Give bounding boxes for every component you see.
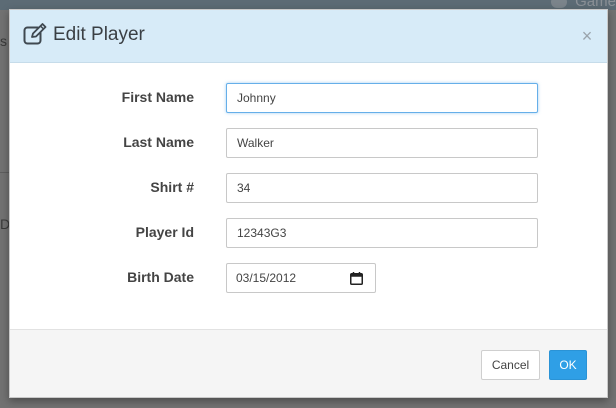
birth-date-value: 03/15/2012	[236, 271, 297, 285]
birth-date-label: Birth Date	[127, 269, 194, 285]
last-name-label: Last Name	[123, 134, 194, 150]
ok-button[interactable]: OK	[549, 350, 587, 380]
first-name-row: First Name	[10, 83, 607, 113]
birth-date-row: Birth Date 03/15/2012	[10, 263, 607, 293]
player-id-label: Player Id	[135, 224, 194, 240]
player-id-input[interactable]	[226, 218, 538, 248]
calendar-icon[interactable]	[350, 272, 363, 285]
edit-icon	[23, 23, 47, 45]
shirt-number-row: Shirt #	[10, 173, 607, 203]
first-name-label: First Name	[121, 89, 194, 105]
shirt-number-input[interactable]	[226, 173, 538, 203]
background-left-text: s	[0, 33, 7, 49]
first-name-input[interactable]	[226, 83, 538, 113]
last-name-input[interactable]	[226, 128, 538, 158]
edit-player-modal: Edit Player × First Name Last Name Shirt…	[9, 9, 608, 398]
modal-header: Edit Player ×	[10, 10, 607, 63]
last-name-row: Last Name	[10, 128, 607, 158]
modal-title: Edit Player	[53, 24, 145, 45]
close-button[interactable]: ×	[580, 27, 594, 45]
gamepad-icon	[551, 0, 568, 9]
modal-footer: Cancel OK	[10, 329, 607, 397]
birth-date-input[interactable]: 03/15/2012	[226, 263, 376, 293]
player-id-row: Player Id	[10, 218, 607, 248]
cancel-button[interactable]: Cancel	[481, 350, 540, 380]
shirt-number-label: Shirt #	[150, 179, 194, 195]
